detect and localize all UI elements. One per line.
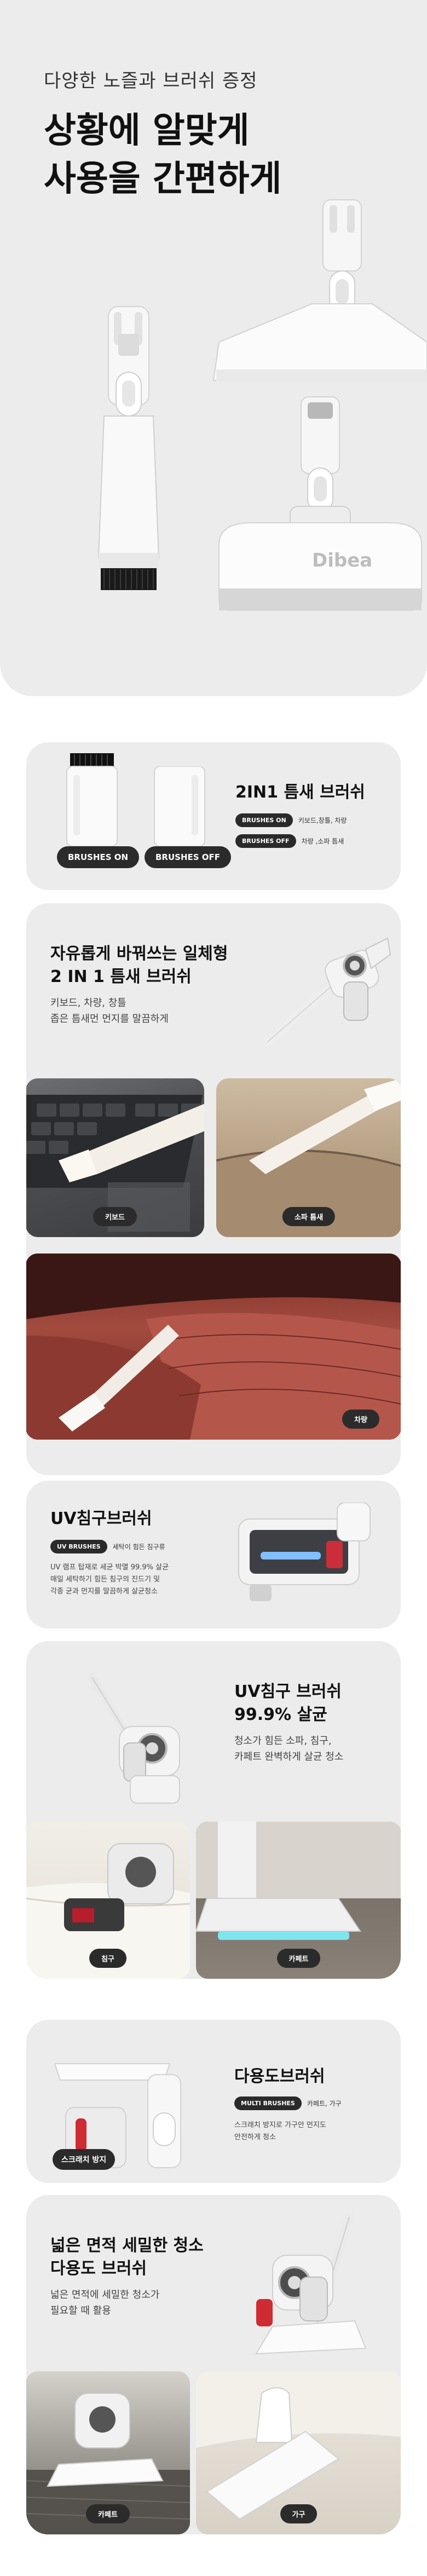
crevice-summary-card: BRUSHES ON BRUSHES OFF 2IN1 틈새 브러쉬 BRUSH… (26, 742, 401, 890)
crevice-feature-title-line-2: 2 IN 1 틈새 브러쉬 (50, 967, 192, 986)
multi-feature-title: 넓은 면적 세밀한 청소 다용도 브러쉬 (50, 2234, 204, 2280)
multi-feature-title-line-2: 다용도 브러쉬 (50, 2259, 147, 2278)
scratch-guard-badge: 스크래치 방지 (53, 2149, 116, 2170)
photo-bedding-label: 침구 (89, 1949, 126, 1968)
crevice-feature-body: 키보드, 차량, 창틀 좁은 틈새먼 먼지를 말끔하게 (50, 995, 169, 1027)
uv-feature-title-line-2: 99.9% 살균 (234, 1705, 327, 1724)
crevice-feature-body-line-1: 키보드, 차량, 창틀 (50, 997, 126, 1009)
crevice-feature-title-line-1: 자유롭게 바꿔쓰는 일체형 (50, 944, 228, 963)
multi-pill-row: MULTI BRUSHES 카페트, 가구 (234, 2096, 342, 2110)
multi-feature-body-line-2: 필요할 때 활용 (50, 2305, 111, 2317)
crevice-feature-title: 자유롭게 바꿔쓰는 일체형 2 IN 1 틈새 브러쉬 (50, 943, 228, 989)
crevice-tool-image (97, 306, 160, 590)
photo-carpet-multi: 카페트 (26, 2371, 190, 2534)
crevice-pill-row-1: BRUSHES ON 키보드,창틀, 차량 (235, 813, 347, 827)
vacuum-multi-image (255, 2213, 367, 2355)
multi-title: 다용도브러쉬 (234, 2067, 325, 2086)
uv-feature-body-line-1: 청소가 힘든 소파, 침구, (234, 1735, 332, 1747)
multi-pill: MULTI BRUSHES (234, 2096, 302, 2110)
brushes-on-tool-image (66, 753, 118, 846)
uv-body-line-1: UV 램프 탑재로 세균 박멸 99.9% 살균 (50, 1563, 169, 1572)
uv-body-line-3: 각종 균과 먼지를 말끔하게 살균청소 (50, 1587, 158, 1596)
uv-body-line-2: 매일 세탁하기 힘든 침구의 진드기 및 (50, 1575, 160, 1584)
hero-title: 상황에 알맞게 사용을 간편하게 (44, 107, 281, 203)
uv-feature-title: UV침구 브러쉬 99.9% 살균 (234, 1680, 342, 1726)
brushes-off-tool-image (154, 766, 205, 846)
brushes-off-button: BRUSHES OFF (145, 846, 232, 868)
photo-furniture-label: 가구 (280, 2504, 318, 2523)
photo-furniture: 가구 (196, 2371, 401, 2534)
crevice-pill-row-2: BRUSHES OFF 차량 ,소파 틈새 (235, 834, 344, 848)
multi-feature-title-line-1: 넓은 면적 세밀한 청소 (50, 2236, 204, 2255)
multi-feature-body-line-1: 넓은 면적에 세밀한 청소가 (50, 2289, 160, 2301)
uv-nozzle-image: Dibea (218, 396, 422, 611)
crevice-title: 2IN1 틈새 브러쉬 (235, 783, 365, 802)
photo-sofa-gap-label: 소파 틈새 (282, 1207, 336, 1226)
multi-nozzle-image (212, 199, 427, 382)
uv-feature-body: 청소가 힘든 소파, 침구, 카페트 완벽하게 살균 청소 (234, 1733, 343, 1765)
hero-title-line-1: 상황에 알맞게 (44, 111, 250, 151)
uv-nozzle-underside-image (238, 1503, 371, 1601)
crevice-pill-1-desc: 키보드,창틀, 차량 (298, 817, 347, 824)
hero-subtitle: 다양한 노즐과 브러쉬 증정 (44, 70, 258, 92)
photo-keyboard: 키보드 (26, 1078, 204, 1237)
photo-carpet-multi-label: 카페트 (86, 2504, 130, 2523)
crevice-pill-2-desc: 차량 ,소파 틈새 (301, 838, 344, 845)
hero-section: 다양한 노즐과 브러쉬 증정 상황에 알맞게 사용을 간편하게 Dibea (0, 0, 427, 696)
multi-feature-card: 넓은 면적 세밀한 청소 다용도 브러쉬 넓은 면적에 세밀한 청소가 필요할 … (26, 2195, 401, 2534)
multi-body-line-2: 안전하게 청소 (234, 2133, 276, 2141)
uv-feature-card: UV침구 브러쉬 99.9% 살균 청소가 힘든 소파, 침구, 카페트 완벽하… (26, 1641, 401, 1979)
uv-pill: UV BRUSHES (50, 1540, 107, 1553)
crevice-feature-card: 자유롭게 바꿔쓰는 일체형 2 IN 1 틈새 브러쉬 키보드, 차량, 창틀 … (26, 903, 401, 1475)
multi-feature-body: 넓은 면적에 세밀한 청소가 필요할 때 활용 (50, 2287, 159, 2319)
uv-body: UV 램프 탑재로 세균 박멸 99.9% 살균 매일 세탁하기 힘든 침구의 … (50, 1562, 169, 1598)
vacuum-crevice-image (263, 937, 391, 1047)
uv-pill-row: UV BRUSHES 세탁이 힘든 침구류 (50, 1540, 165, 1553)
multi-body: 스크래치 방지로 가구안 먼지도 안전하게 청소 (234, 2119, 326, 2144)
uv-pill-desc: 세탁이 힘든 침구류 (112, 1543, 165, 1551)
crevice-pill-2: BRUSHES OFF (235, 834, 296, 848)
photo-bedding: 침구 (26, 1822, 190, 1979)
crevice-pill-1: BRUSHES ON (235, 813, 293, 827)
uv-summary-card: UV침구브러쉬 UV BRUSHES 세탁이 힘든 침구류 UV 램프 탑재로 … (26, 1481, 401, 1628)
photo-carpet-uv: 카페트 (196, 1822, 401, 1979)
uv-feature-body-line-2: 카페트 완벽하게 살균 청소 (234, 1751, 344, 1763)
brand-logo-text: Dibea (312, 550, 372, 571)
photo-car-label: 차량 (342, 1410, 379, 1429)
photo-sofa-gap: 소파 틈새 (216, 1078, 401, 1237)
photo-keyboard-label: 키보드 (93, 1207, 137, 1226)
multi-pill-desc: 카페트, 가구 (307, 2100, 342, 2107)
photo-car: 차량 (26, 1254, 401, 1440)
brushes-on-button: BRUSHES ON (57, 846, 140, 868)
vacuum-uv-image (88, 1673, 180, 1804)
crevice-feature-body-line-2: 좁은 틈새먼 먼지를 말끔하게 (50, 1013, 169, 1025)
multi-body-line-1: 스크래치 방지로 가구안 먼지도 (234, 2121, 326, 2129)
uv-feature-title-line-1: UV침구 브러쉬 (234, 1682, 342, 1701)
uv-title: UV침구브러쉬 (50, 1509, 152, 1528)
photo-carpet-uv-label: 카페트 (276, 1949, 321, 1968)
multi-summary-card: 스크래치 방지 다용도브러쉬 MULTI BRUSHES 카페트, 가구 스크래… (26, 2020, 401, 2183)
